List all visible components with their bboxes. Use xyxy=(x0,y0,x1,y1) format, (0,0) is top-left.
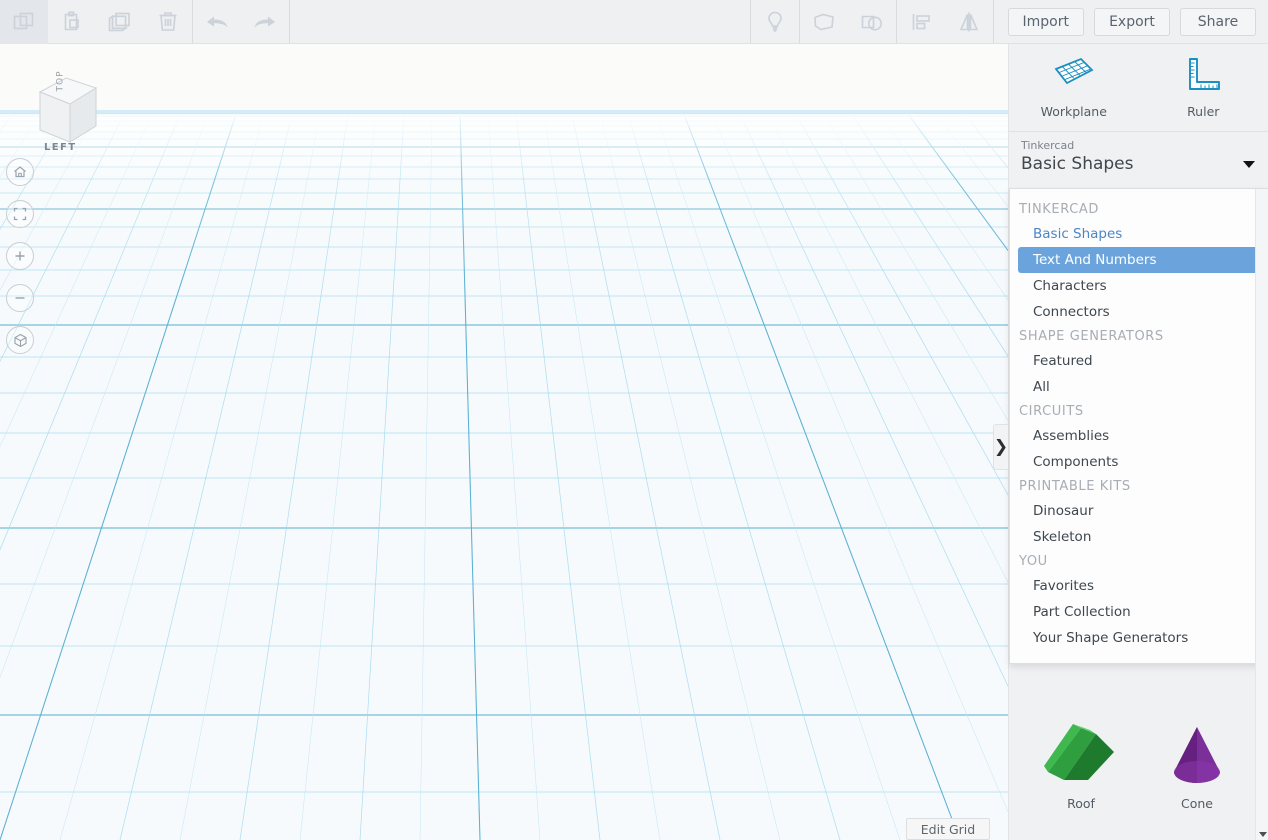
paste-icon xyxy=(64,10,79,30)
minus-icon xyxy=(15,297,25,299)
cone-shape-art xyxy=(1156,720,1238,794)
dropdown-group-printable-kits: PRINTABLE KITS xyxy=(1019,479,1131,494)
dropdown-item-assemblies[interactable]: Assemblies xyxy=(1018,423,1260,449)
dropdown-item-featured[interactable]: Featured xyxy=(1018,348,1260,374)
dropdown-item-your-shape-generators[interactable]: Your Shape Generators xyxy=(1018,625,1260,651)
roof-shape-art xyxy=(1040,720,1122,794)
roof-shape-label: Roof xyxy=(1067,796,1095,811)
copy-icon xyxy=(13,12,34,29)
workplane-icon xyxy=(1054,57,1094,85)
zoom-in-button[interactable] xyxy=(6,242,34,270)
fit-view-button[interactable] xyxy=(6,200,34,228)
plus-icon xyxy=(15,251,25,261)
home-view-button[interactable] xyxy=(6,158,34,186)
ruler-icon xyxy=(1189,58,1221,90)
dropdown-item-components[interactable]: Components xyxy=(1018,449,1260,475)
trash-icon xyxy=(159,11,177,31)
dropdown-group-shape-generators: SHAPE GENERATORS xyxy=(1019,329,1164,344)
workplane-canvas[interactable]: TOP LEFT Edit Grid xyxy=(0,44,1008,840)
cone-icon xyxy=(1174,727,1220,783)
ungroup-icon xyxy=(861,15,882,30)
duplicate-icon xyxy=(108,12,130,31)
lightbulb-icon xyxy=(767,11,782,32)
group-tools-group xyxy=(800,0,896,44)
redo-button[interactable] xyxy=(241,0,289,44)
show-hidden-button[interactable] xyxy=(751,0,799,44)
ruler-tool-label: Ruler xyxy=(1187,104,1220,119)
shape-item-cylinder[interactable] xyxy=(1023,828,1139,840)
roof-icon xyxy=(1044,724,1114,780)
workplane-tool[interactable]: Workplane xyxy=(1009,44,1139,131)
fit-all-icon xyxy=(13,207,27,221)
shape-library-dropdown: TINKERCAD Basic Shapes Text And Numbers … xyxy=(1009,189,1268,664)
align-tools-group xyxy=(897,0,993,44)
copy-button[interactable] xyxy=(0,0,48,44)
view-cube-top-label: TOP xyxy=(55,70,66,92)
home-icon xyxy=(14,166,26,178)
mirror-icon xyxy=(959,12,978,31)
edit-tools-group xyxy=(0,0,192,44)
dropdown-item-skeleton[interactable]: Skeleton xyxy=(1018,524,1260,550)
workplane-tool-label: Workplane xyxy=(1040,104,1107,119)
duplicate-button[interactable] xyxy=(96,0,144,44)
tinkercad-app: Import Export Share TOP LEFT Edit Grid ❯… xyxy=(0,0,1268,840)
export-button[interactable]: Export xyxy=(1094,7,1170,36)
dropdown-item-basic-shapes[interactable]: Basic Shapes xyxy=(1018,221,1260,247)
shapes-grid: Roof Cone xyxy=(1009,702,1268,840)
shape-item-roof[interactable]: Roof xyxy=(1023,710,1139,828)
delete-button[interactable] xyxy=(144,0,192,44)
undo-button[interactable] xyxy=(193,0,241,44)
redo-icon xyxy=(254,16,275,27)
top-toolbar: Import Export Share xyxy=(0,0,1268,44)
ruler-tool[interactable]: Ruler xyxy=(1139,44,1268,131)
align-icon xyxy=(912,13,930,30)
import-button[interactable]: Import xyxy=(1007,7,1084,36)
history-tools-group xyxy=(193,0,289,44)
view-cube-front-label: LEFT xyxy=(44,142,77,153)
dropdown-item-favorites[interactable]: Favorites xyxy=(1018,573,1260,599)
panel-collapse-button[interactable]: ❯ xyxy=(993,424,1008,470)
ortho-perspective-button[interactable] xyxy=(6,326,34,354)
group-icon xyxy=(813,13,834,30)
dropdown-group-you: YOU xyxy=(1019,554,1048,569)
shapes-panel: Workplane Ruler Tinkercad Basic Shapes R… xyxy=(1008,44,1268,840)
workplane-grid xyxy=(0,44,1008,840)
undo-icon xyxy=(207,16,228,27)
dropdown-group-tinkercad: TINKERCAD xyxy=(1019,202,1100,217)
shape-library-eyebrow: Tinkercad xyxy=(1021,139,1075,152)
dropdown-group-circuits: CIRCUITS xyxy=(1019,404,1084,419)
dropdown-item-part-collection[interactable]: Part Collection xyxy=(1018,599,1260,625)
zoom-out-button[interactable] xyxy=(6,284,34,312)
dropdown-item-dinosaur[interactable]: Dinosaur xyxy=(1018,498,1260,524)
paste-button[interactable] xyxy=(48,0,96,44)
align-button[interactable] xyxy=(897,0,945,44)
scroll-down-arrow-icon[interactable] xyxy=(1259,832,1267,837)
dropdown-item-text-and-numbers[interactable]: Text And Numbers xyxy=(1018,247,1260,273)
dropdown-item-all[interactable]: All xyxy=(1018,374,1260,400)
edit-grid-button[interactable]: Edit Grid xyxy=(906,818,990,840)
ungroup-button[interactable] xyxy=(848,0,896,44)
panel-tool-row: Workplane Ruler xyxy=(1009,44,1268,132)
mirror-button[interactable] xyxy=(945,0,993,44)
view-cube[interactable]: TOP LEFT xyxy=(32,64,98,153)
visibility-tools-group xyxy=(751,0,799,44)
chevron-down-icon xyxy=(1243,161,1255,168)
shapes-panel-scrollbar[interactable] xyxy=(1255,189,1268,840)
share-button[interactable]: Share xyxy=(1180,7,1256,36)
shape-library-select[interactable]: Tinkercad Basic Shapes xyxy=(1009,132,1268,189)
group-button[interactable] xyxy=(800,0,848,44)
shape-item-text[interactable] xyxy=(1139,828,1255,840)
chevron-right-icon: ❯ xyxy=(993,436,1009,457)
shape-item-cone[interactable]: Cone xyxy=(1139,710,1255,828)
dropdown-item-connectors[interactable]: Connectors xyxy=(1018,299,1260,325)
shape-library-value: Basic Shapes xyxy=(1021,154,1134,174)
dropdown-item-characters[interactable]: Characters xyxy=(1018,273,1260,299)
document-actions: Import Export Share xyxy=(994,7,1268,36)
cone-shape-label: Cone xyxy=(1181,796,1213,811)
cube-icon xyxy=(13,333,27,347)
